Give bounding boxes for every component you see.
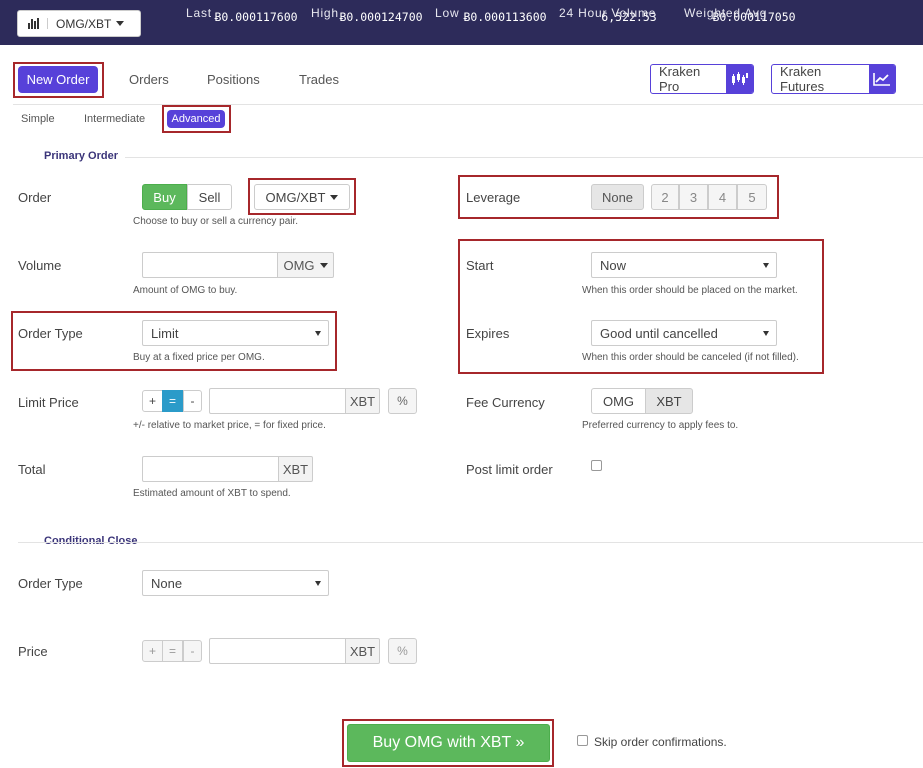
- conditional-close-title: Conditional Close: [44, 535, 138, 547]
- close-price-unit: XBT: [345, 638, 380, 664]
- stat-last: Last Ƀ0.000117600: [186, 6, 326, 24]
- close-relative-minus-button[interactable]: -: [183, 640, 202, 662]
- fee-currency-xbt[interactable]: XBT: [645, 388, 693, 414]
- leverage-none[interactable]: None: [591, 184, 644, 210]
- expires-label: Expires: [466, 326, 510, 341]
- candlestick-icon: [726, 65, 753, 93]
- fee-currency-help: Preferred currency to apply fees to.: [582, 420, 739, 431]
- order-pair-dropdown[interactable]: OMG/XBT: [254, 184, 350, 210]
- order-type-label: Order Type: [18, 326, 83, 341]
- skip-confirmations-label: Skip order confirmations.: [594, 735, 727, 749]
- mode-advanced[interactable]: Advanced: [167, 110, 225, 128]
- post-limit-label: Post limit order: [466, 462, 553, 477]
- line-chart-icon: [868, 65, 895, 93]
- caret-down-icon: [319, 262, 328, 268]
- limit-price-unit: XBT: [345, 388, 380, 414]
- sell-toggle[interactable]: Sell: [187, 184, 232, 210]
- volume-unit-label: OMG: [283, 257, 315, 273]
- mode-simple[interactable]: Simple: [21, 113, 55, 125]
- fee-currency-omg[interactable]: OMG: [591, 388, 646, 414]
- leverage-3[interactable]: 3: [679, 184, 708, 210]
- close-price-input[interactable]: [209, 638, 346, 664]
- close-fixed-equals-button[interactable]: =: [162, 640, 183, 662]
- total-label: Total: [18, 462, 46, 477]
- stat-label: Weighted Avg: [684, 6, 768, 20]
- percent-toggle-button[interactable]: %: [388, 388, 417, 414]
- stat-high: High Ƀ0.000124700: [311, 6, 451, 24]
- stat-weighted-avg: Weighted Avg Ƀ0.000117050: [684, 6, 824, 24]
- expires-value: Good until cancelled: [600, 325, 718, 341]
- stat-low: Low Ƀ0.000113600: [435, 6, 575, 24]
- start-label: Start: [466, 258, 494, 273]
- select-arrow-icon: [315, 581, 321, 586]
- stat-volume: 24 Hour Volume 6,522.53: [559, 6, 699, 24]
- pair-selector-label: OMG/XBT: [56, 16, 112, 31]
- order-type-value: Limit: [151, 325, 179, 341]
- close-order-type-value: None: [151, 575, 183, 591]
- order-pair-label: OMG/XBT: [265, 189, 326, 205]
- fixed-equals-button[interactable]: =: [162, 390, 183, 412]
- relative-minus-button[interactable]: -: [183, 390, 202, 412]
- volume-help: Amount of OMG to buy.: [133, 285, 238, 296]
- tab-trades[interactable]: Trades: [299, 72, 339, 87]
- kraken-pro-button[interactable]: Kraken Pro: [650, 64, 754, 94]
- buy-toggle[interactable]: Buy: [142, 184, 187, 210]
- pair-selector-button[interactable]: OMG/XBT: [17, 10, 141, 37]
- leverage-2[interactable]: 2: [651, 184, 679, 210]
- close-price-label: Price: [18, 644, 48, 659]
- post-limit-checkbox[interactable]: [591, 460, 602, 471]
- expires-select[interactable]: Good until cancelled: [591, 320, 777, 346]
- volume-label: Volume: [18, 258, 62, 273]
- select-arrow-icon: [315, 331, 321, 336]
- order-type-help: Buy at a fixed price per OMG.: [133, 352, 265, 363]
- leverage-5[interactable]: 5: [737, 184, 767, 210]
- leverage-label: Leverage: [466, 190, 521, 205]
- total-input[interactable]: [142, 456, 279, 482]
- skip-confirmations-checkbox[interactable]: [577, 735, 588, 746]
- nav-divider: [13, 104, 923, 105]
- select-arrow-icon: [763, 331, 769, 336]
- stat-label: Last: [186, 6, 212, 20]
- caret-down-icon: [116, 21, 125, 26]
- close-percent-toggle-button[interactable]: %: [388, 638, 417, 664]
- start-value: Now: [600, 257, 627, 273]
- primary-divider: [125, 157, 923, 158]
- start-help: When this order should be placed on the …: [582, 285, 798, 296]
- kraken-pro-label: Kraken Pro: [659, 64, 701, 94]
- relative-plus-button[interactable]: +: [142, 390, 163, 412]
- chart-bars-icon: [28, 18, 48, 29]
- total-help: Estimated amount of XBT to spend.: [133, 488, 291, 499]
- tab-orders[interactable]: Orders: [129, 72, 169, 87]
- start-select[interactable]: Now: [591, 252, 777, 278]
- close-order-type-label: Order Type: [18, 576, 83, 591]
- leverage-4[interactable]: 4: [708, 184, 737, 210]
- limit-price-label: Limit Price: [18, 395, 79, 410]
- tab-new-order[interactable]: New Order: [18, 66, 98, 93]
- caret-down-icon: [330, 194, 339, 200]
- order-help: Choose to buy or sell a currency pair.: [133, 216, 299, 227]
- stat-label: Low: [435, 6, 460, 20]
- volume-unit-dropdown[interactable]: OMG: [277, 252, 334, 278]
- order-type-select[interactable]: Limit: [142, 320, 329, 346]
- stat-label: 24 Hour Volume: [559, 6, 657, 20]
- volume-input[interactable]: [142, 252, 278, 278]
- tab-positions[interactable]: Positions: [207, 72, 260, 87]
- limit-price-help: +/- relative to market price, = for fixe…: [133, 420, 326, 431]
- fee-currency-label: Fee Currency: [466, 395, 545, 410]
- submit-buy-button[interactable]: Buy OMG with XBT »: [347, 724, 550, 762]
- mode-intermediate[interactable]: Intermediate: [84, 113, 145, 125]
- close-relative-plus-button[interactable]: +: [142, 640, 163, 662]
- order-label: Order: [18, 190, 52, 205]
- kraken-futures-label: Kraken Futures: [780, 64, 825, 94]
- total-unit: XBT: [278, 456, 313, 482]
- conditional-divider: [18, 542, 923, 543]
- kraken-futures-button[interactable]: Kraken Futures: [771, 64, 896, 94]
- ticker-bar: OMG/XBT Last Ƀ0.000117600 High Ƀ0.000124…: [0, 0, 923, 45]
- close-order-type-select[interactable]: None: [142, 570, 329, 596]
- select-arrow-icon: [763, 263, 769, 268]
- limit-price-input[interactable]: [209, 388, 346, 414]
- expires-help: When this order should be canceled (if n…: [582, 352, 799, 363]
- stat-label: High: [311, 6, 339, 20]
